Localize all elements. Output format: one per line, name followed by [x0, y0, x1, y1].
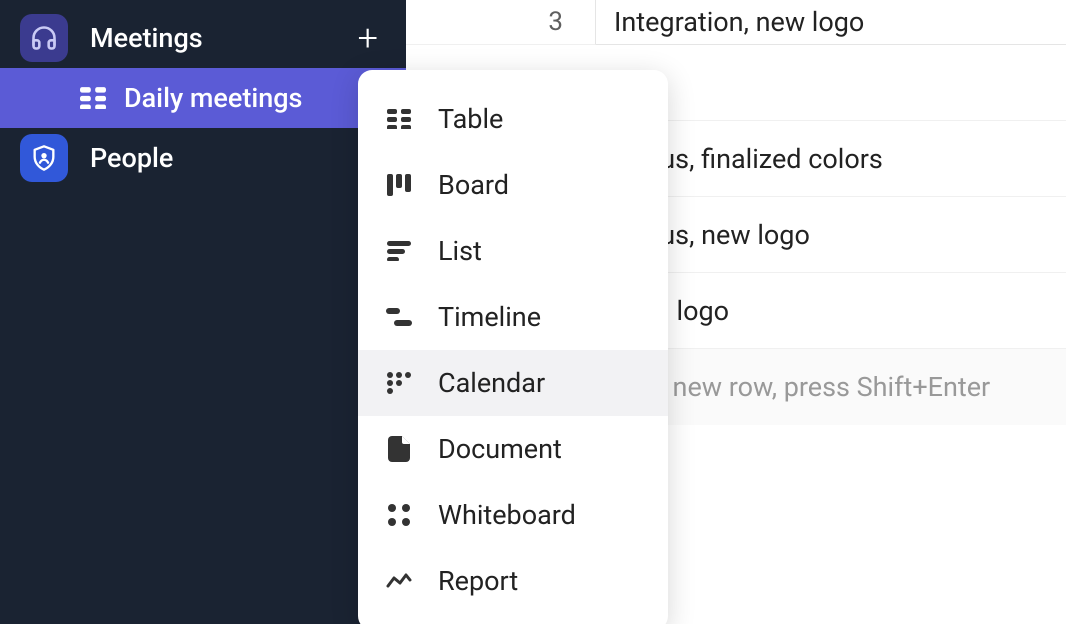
sidebar-item-label: Daily meetings	[124, 82, 386, 114]
table-icon	[80, 87, 106, 109]
menu-item-whiteboard[interactable]: Whiteboard	[358, 482, 668, 548]
menu-item-label: Calendar	[438, 367, 545, 399]
timeline-icon	[384, 302, 414, 332]
headphones-icon	[20, 14, 68, 62]
board-icon	[384, 170, 414, 200]
menu-item-timeline[interactable]: Timeline	[358, 284, 668, 350]
sidebar: Meetings + Daily meetings People	[0, 0, 406, 624]
menu-item-label: Report	[438, 565, 518, 597]
menu-item-board[interactable]: Board	[358, 152, 668, 218]
menu-item-label: Whiteboard	[438, 499, 576, 531]
sidebar-item-label: Meetings	[90, 22, 358, 54]
menu-item-calendar[interactable]: Calendar	[358, 350, 668, 416]
menu-item-table[interactable]: Table	[358, 86, 668, 152]
document-icon	[384, 434, 414, 464]
sidebar-item-people[interactable]: People	[0, 128, 406, 188]
menu-item-document[interactable]: Document	[358, 416, 668, 482]
row-number-cell[interactable]: 3	[406, 0, 596, 45]
list-icon	[384, 236, 414, 266]
sidebar-item-label: People	[90, 142, 386, 174]
add-button[interactable]: +	[358, 20, 378, 56]
report-icon	[384, 566, 414, 596]
whiteboard-icon	[384, 500, 414, 530]
table-icon	[384, 104, 414, 134]
menu-item-label: Table	[438, 103, 503, 135]
main-content: 3 Integration, new logo logo status, fin…	[406, 0, 1066, 624]
menu-item-label: Board	[438, 169, 509, 201]
menu-item-label: List	[438, 235, 482, 267]
menu-item-label: Document	[438, 433, 562, 465]
menu-item-label: Timeline	[438, 301, 541, 333]
sidebar-item-meetings[interactable]: Meetings +	[0, 8, 406, 68]
sidebar-item-daily-meetings[interactable]: Daily meetings	[0, 68, 406, 128]
person-badge-icon	[20, 134, 68, 182]
view-type-menu: Table Board List	[358, 70, 668, 624]
calendar-icon	[384, 368, 414, 398]
row-number: 3	[548, 7, 563, 37]
table-row[interactable]: Integration, new logo	[596, 0, 1066, 45]
menu-item-report[interactable]: Report	[358, 548, 668, 614]
menu-item-list[interactable]: List	[358, 218, 668, 284]
